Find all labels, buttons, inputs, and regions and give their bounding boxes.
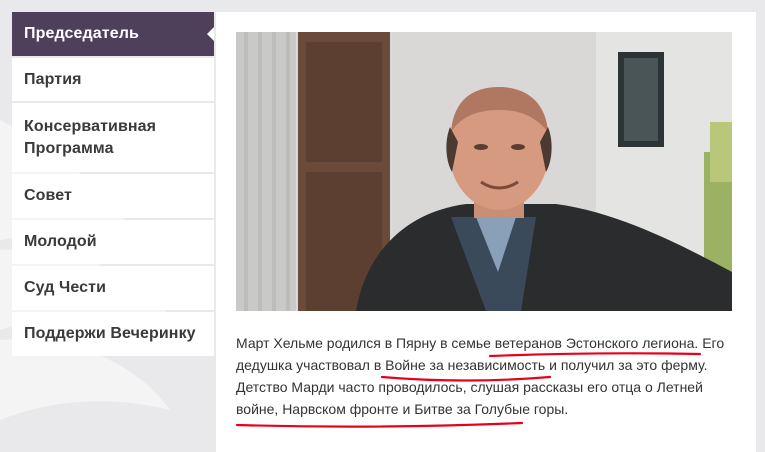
sidebar-item-conservative-program[interactable]: Консервативная Программа — [12, 103, 214, 172]
highlight-estonian-legion: ветеранов Эстонского легиона — [494, 335, 695, 351]
bio-part-4: . — [564, 401, 569, 417]
portrait-photo-icon — [236, 32, 732, 311]
sidebar-item-label: Председатель — [24, 25, 139, 42]
sidebar-item-label: Консервативная Программа — [24, 117, 157, 157]
sidebar-item-court-of-honor[interactable]: Суд Чести — [12, 266, 214, 310]
main-content: Март Хельме родился в Пярну в семье вете… — [216, 12, 756, 452]
sidebar-item-label: Молодой — [24, 233, 97, 250]
sidebar-item-support-party[interactable]: Поддержи Вечеринку — [12, 312, 214, 356]
sidebar-nav: Председатель Партия Консервативная Прогр… — [12, 12, 214, 358]
highlight-narva-front: Нарвском фронте и Битве за Голубые горы — [282, 401, 565, 417]
highlight-independence-war: Войне за независимость — [385, 357, 546, 373]
bio-text: Март Хельме родился в Пярну в семье вете… — [236, 332, 741, 420]
sidebar-item-label: Совет — [24, 187, 72, 204]
sidebar-item-youth[interactable]: Молодой — [12, 220, 214, 264]
sidebar-item-council[interactable]: Совет — [12, 174, 214, 218]
bio-part-1: Март Хельме родился в Пярну в семье — [236, 335, 495, 351]
sidebar-item-party[interactable]: Партия — [12, 58, 214, 101]
sidebar-item-label: Суд Чести — [24, 279, 107, 296]
portrait-photo — [236, 32, 732, 311]
sidebar-item-chairman[interactable]: Председатель — [12, 12, 214, 56]
sidebar-item-label: Поддержи Вечеринку — [24, 325, 196, 342]
sidebar-item-label: Партия — [24, 70, 82, 88]
